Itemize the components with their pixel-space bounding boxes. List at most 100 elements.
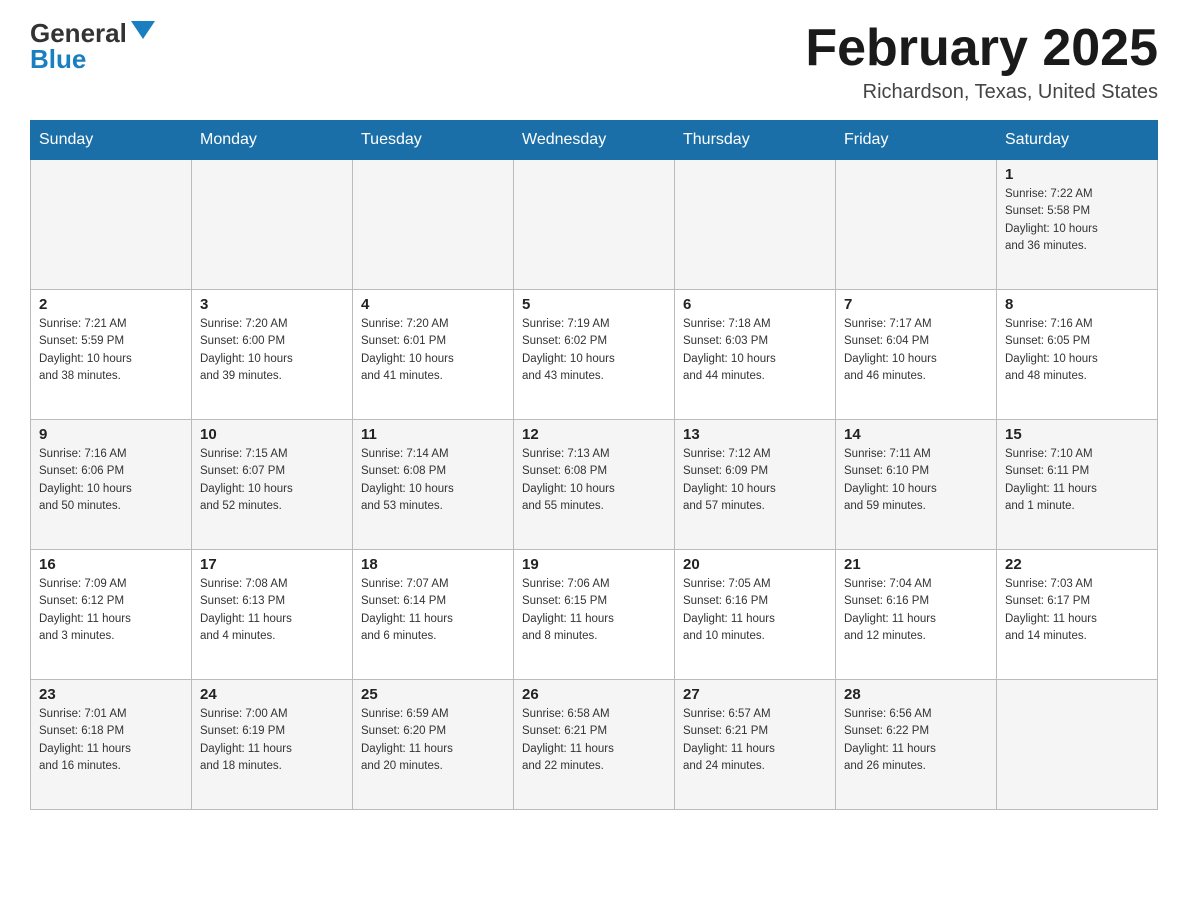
calendar-cell: 19 Sunrise: 7:06 AM Sunset: 6:15 PM Dayli… [514,550,675,680]
day-number: 28 [844,686,988,703]
day-info: Sunrise: 7:15 AM Sunset: 6:07 PM Dayligh… [200,446,344,515]
calendar-cell: 24 Sunrise: 7:00 AM Sunset: 6:19 PM Dayli… [192,680,353,810]
day-info: Sunrise: 7:11 AM Sunset: 6:10 PM Dayligh… [844,446,988,515]
day-info: Sunrise: 7:20 AM Sunset: 6:01 PM Dayligh… [361,316,505,385]
calendar-cell: 15 Sunrise: 7:10 AM Sunset: 6:11 PM Dayli… [997,420,1158,550]
day-number: 21 [844,556,988,573]
calendar-cell: 17 Sunrise: 7:08 AM Sunset: 6:13 PM Dayli… [192,550,353,680]
calendar-week-row: 16 Sunrise: 7:09 AM Sunset: 6:12 PM Dayli… [31,550,1158,680]
calendar-cell: 26 Sunrise: 6:58 AM Sunset: 6:21 PM Dayli… [514,680,675,810]
calendar-cell [192,160,353,290]
day-info: Sunrise: 6:56 AM Sunset: 6:22 PM Dayligh… [844,706,988,775]
day-info: Sunrise: 7:06 AM Sunset: 6:15 PM Dayligh… [522,576,666,645]
day-number: 20 [683,556,827,573]
calendar-cell: 4 Sunrise: 7:20 AM Sunset: 6:01 PM Daylig… [353,290,514,420]
calendar-cell: 22 Sunrise: 7:03 AM Sunset: 6:17 PM Dayli… [997,550,1158,680]
logo-triangle-icon [131,21,155,39]
day-info: Sunrise: 7:05 AM Sunset: 6:16 PM Dayligh… [683,576,827,645]
calendar-day-header: Sunday [31,121,192,160]
calendar-cell: 2 Sunrise: 7:21 AM Sunset: 5:59 PM Daylig… [31,290,192,420]
month-title: February 2025 [805,20,1158,77]
day-number: 3 [200,296,344,313]
calendar-cell [514,160,675,290]
day-number: 26 [522,686,666,703]
day-info: Sunrise: 7:20 AM Sunset: 6:00 PM Dayligh… [200,316,344,385]
calendar-cell: 7 Sunrise: 7:17 AM Sunset: 6:04 PM Daylig… [836,290,997,420]
calendar-cell: 6 Sunrise: 7:18 AM Sunset: 6:03 PM Daylig… [675,290,836,420]
calendar-cell [836,160,997,290]
day-number: 1 [1005,166,1149,183]
location-text: Richardson, Texas, United States [805,81,1158,104]
day-number: 18 [361,556,505,573]
calendar-day-header: Thursday [675,121,836,160]
calendar-week-row: 9 Sunrise: 7:16 AM Sunset: 6:06 PM Daylig… [31,420,1158,550]
day-info: Sunrise: 7:12 AM Sunset: 6:09 PM Dayligh… [683,446,827,515]
logo-general-text: General [30,20,127,46]
calendar-cell [675,160,836,290]
calendar-cell: 8Sunrise: 7:16 AM Sunset: 6:05 PM Daylig… [997,290,1158,420]
calendar-cell: 10 Sunrise: 7:15 AM Sunset: 6:07 PM Dayli… [192,420,353,550]
day-info: Sunrise: 7:18 AM Sunset: 6:03 PM Dayligh… [683,316,827,385]
title-block: February 2025 Richardson, Texas, United … [805,20,1158,104]
day-number: 23 [39,686,183,703]
calendar-cell: 14 Sunrise: 7:11 AM Sunset: 6:10 PM Dayli… [836,420,997,550]
day-number: 9 [39,426,183,443]
day-number: 13 [683,426,827,443]
day-number: 6 [683,296,827,313]
calendar-day-header: Monday [192,121,353,160]
day-number: 16 [39,556,183,573]
calendar-cell: 21 Sunrise: 7:04 AM Sunset: 6:16 PM Dayli… [836,550,997,680]
day-number: 17 [200,556,344,573]
calendar-cell [353,160,514,290]
calendar-cell [997,680,1158,810]
page-header: General Blue February 2025 Richardson, T… [30,20,1158,104]
day-info: Sunrise: 7:14 AM Sunset: 6:08 PM Dayligh… [361,446,505,515]
day-number: 8 [1005,296,1149,313]
calendar-day-header: Wednesday [514,121,675,160]
day-number: 11 [361,426,505,443]
day-number: 5 [522,296,666,313]
day-number: 24 [200,686,344,703]
calendar-cell: 9 Sunrise: 7:16 AM Sunset: 6:06 PM Daylig… [31,420,192,550]
calendar-cell: 13 Sunrise: 7:12 AM Sunset: 6:09 PM Dayli… [675,420,836,550]
day-info: Sunrise: 7:16 AM Sunset: 6:06 PM Dayligh… [39,446,183,515]
logo-blue-text: Blue [30,46,86,72]
calendar-week-row: 2 Sunrise: 7:21 AM Sunset: 5:59 PM Daylig… [31,290,1158,420]
day-info: Sunrise: 7:04 AM Sunset: 6:16 PM Dayligh… [844,576,988,645]
day-number: 25 [361,686,505,703]
day-number: 2 [39,296,183,313]
calendar-day-header: Friday [836,121,997,160]
day-info: Sunrise: 7:08 AM Sunset: 6:13 PM Dayligh… [200,576,344,645]
day-info: Sunrise: 7:09 AM Sunset: 6:12 PM Dayligh… [39,576,183,645]
calendar-cell: 23Sunrise: 7:01 AM Sunset: 6:18 PM Dayli… [31,680,192,810]
day-info: Sunrise: 7:03 AM Sunset: 6:17 PM Dayligh… [1005,576,1149,645]
calendar-cell: 25Sunrise: 6:59 AM Sunset: 6:20 PM Dayli… [353,680,514,810]
day-info: Sunrise: 7:21 AM Sunset: 5:59 PM Dayligh… [39,316,183,385]
calendar-cell: 18 Sunrise: 7:07 AM Sunset: 6:14 PM Dayli… [353,550,514,680]
day-number: 14 [844,426,988,443]
day-number: 7 [844,296,988,313]
calendar-table: SundayMondayTuesdayWednesdayThursdayFrid… [30,120,1158,810]
logo: General Blue [30,20,155,72]
day-number: 12 [522,426,666,443]
day-info: Sunrise: 7:19 AM Sunset: 6:02 PM Dayligh… [522,316,666,385]
day-number: 22 [1005,556,1149,573]
calendar-week-row: 23Sunrise: 7:01 AM Sunset: 6:18 PM Dayli… [31,680,1158,810]
calendar-header-row: SundayMondayTuesdayWednesdayThursdayFrid… [31,121,1158,160]
day-info: Sunrise: 7:13 AM Sunset: 6:08 PM Dayligh… [522,446,666,515]
day-number: 27 [683,686,827,703]
day-number: 15 [1005,426,1149,443]
calendar-cell: 20 Sunrise: 7:05 AM Sunset: 6:16 PM Dayli… [675,550,836,680]
day-number: 10 [200,426,344,443]
calendar-cell: 12 Sunrise: 7:13 AM Sunset: 6:08 PM Dayli… [514,420,675,550]
day-info: Sunrise: 7:10 AM Sunset: 6:11 PM Dayligh… [1005,446,1149,515]
day-info: Sunrise: 7:07 AM Sunset: 6:14 PM Dayligh… [361,576,505,645]
calendar-day-header: Saturday [997,121,1158,160]
calendar-cell [31,160,192,290]
day-info: Sunrise: 7:00 AM Sunset: 6:19 PM Dayligh… [200,706,344,775]
day-number: 19 [522,556,666,573]
calendar-cell: 16 Sunrise: 7:09 AM Sunset: 6:12 PM Dayli… [31,550,192,680]
day-info: Sunrise: 7:17 AM Sunset: 6:04 PM Dayligh… [844,316,988,385]
day-info: Sunrise: 6:58 AM Sunset: 6:21 PM Dayligh… [522,706,666,775]
day-number: 4 [361,296,505,313]
